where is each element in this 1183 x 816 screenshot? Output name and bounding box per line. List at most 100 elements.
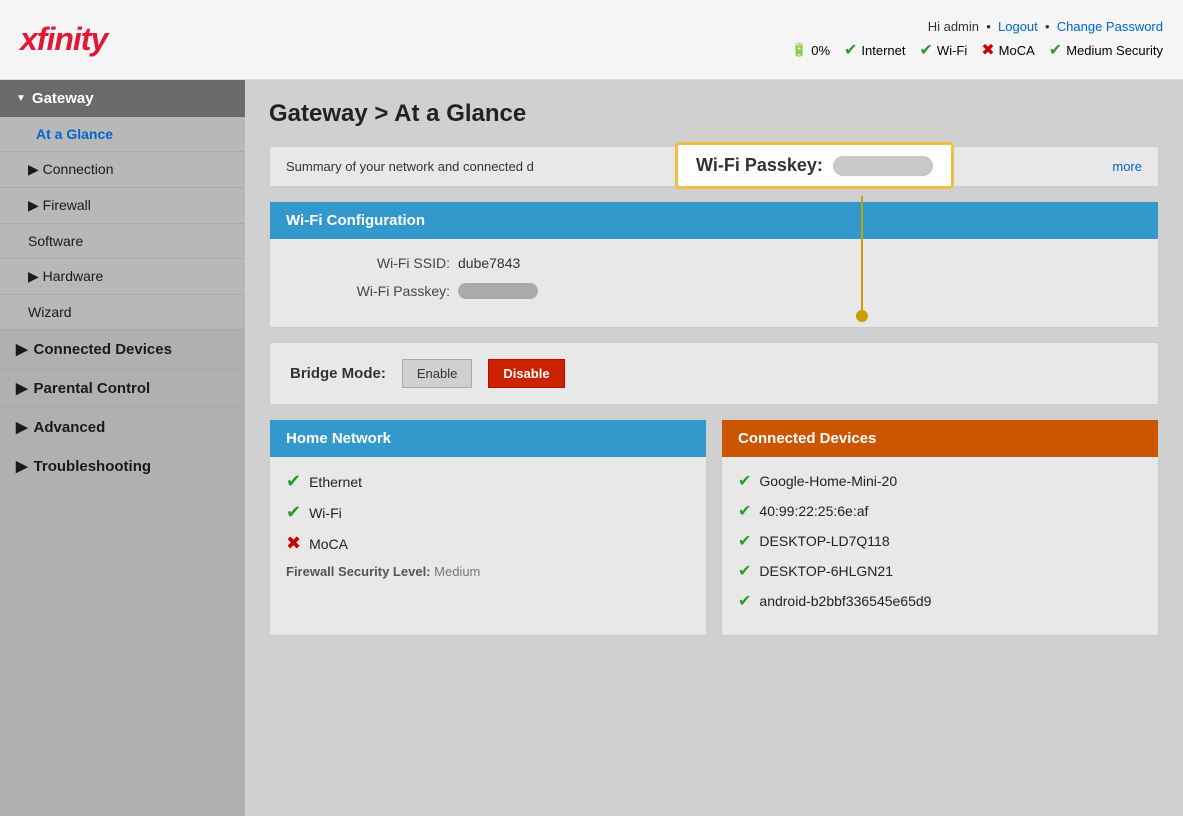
battery-icon: 🔋 [791,42,807,58]
wifi-passkey-tooltip: Wi-Fi Passkey: [675,142,954,189]
sidebar-item-wizard[interactable]: Wizard [0,295,245,330]
connected-devices-section: Connected Devices ✔ Google-Home-Mini-20 … [721,419,1159,636]
page-title: Gateway > At a Glance [269,100,1159,128]
main-content: Gateway > At a Glance Summary of your ne… [245,80,1183,816]
device-item-4: ✔ DESKTOP-6HLGN21 [738,561,1142,581]
tooltip-passkey-value [833,156,933,176]
connected-devices-arrow-icon: ▶ [16,340,28,358]
bridge-enable-button[interactable]: Enable [402,359,472,388]
sidebar-gateway-header[interactable]: ▼ Gateway [0,80,245,117]
header: xfinity Hi admin • Logout • Change Passw… [0,0,1183,80]
firewall-row: Firewall Security Level: Medium [286,564,690,579]
change-password-link[interactable]: Change Password [1057,19,1163,34]
device-item-2: ✔ 40:99:22:25:6e:af [738,501,1142,521]
battery-status: 🔋 0% [791,42,830,58]
sidebar: ▼ Gateway At a Glance ▶ Connection ▶ Fir… [0,80,245,816]
tooltip-arrow-svg [855,196,869,324]
parental-control-arrow-icon: ▶ [16,379,28,397]
firewall-level-label: Firewall Security Level: [286,564,431,579]
device-item-5: ✔ android-b2bbf336545e65d9 [738,591,1142,611]
home-network-header: Home Network [270,420,706,457]
device5-label: android-b2bbf336545e65d9 [759,593,931,609]
sidebar-item-connected-devices[interactable]: ▶ Connected Devices [0,330,245,369]
home-network-body: ✔ Ethernet ✔ Wi-Fi ✖ MoCA Firewall Secur… [270,457,706,593]
summary-text: Summary of your network and connected d [286,159,534,174]
security-status: ✔ Medium Security [1049,40,1163,60]
troubleshooting-arrow-icon: ▶ [16,457,28,475]
bottom-columns: Home Network ✔ Ethernet ✔ Wi-Fi ✖ MoCA [269,419,1159,636]
greeting-text: Hi admin [928,19,979,34]
troubleshooting-label: Troubleshooting [34,458,152,475]
passkey-value-blurred [458,283,538,299]
advanced-label: Advanced [34,419,106,436]
sidebar-item-at-a-glance[interactable]: At a Glance [0,117,245,152]
battery-value: 0% [811,43,830,58]
passkey-row: Wi-Fi Passkey: [290,283,1138,299]
home-network-section: Home Network ✔ Ethernet ✔ Wi-Fi ✖ MoCA [269,419,707,636]
sidebar-item-troubleshooting[interactable]: ▶ Troubleshooting [0,447,245,486]
layout: ▼ Gateway At a Glance ▶ Connection ▶ Fir… [0,80,1183,816]
device3-check-icon: ✔ [738,531,751,551]
internet-check-icon: ✔ [844,40,857,60]
device1-check-icon: ✔ [738,471,751,491]
advanced-arrow-icon: ▶ [16,418,28,436]
wifi-status: ✔ Wi-Fi [920,40,968,60]
logout-link[interactable]: Logout [998,19,1038,34]
device4-label: DESKTOP-6HLGN21 [759,563,893,579]
moca-status: ✖ MoCA [981,40,1035,60]
device3-label: DESKTOP-LD7Q118 [759,533,889,549]
bridge-disable-button[interactable]: Disable [488,359,564,388]
device1-label: Google-Home-Mini-20 [759,473,897,489]
header-user: Hi admin • Logout • Change Password [791,19,1163,34]
connected-devices-label: Connected Devices [34,341,172,358]
header-status: 🔋 0% ✔ Internet ✔ Wi-Fi ✖ MoCA ✔ Medium … [791,40,1163,60]
sidebar-item-parental-control[interactable]: ▶ Parental Control [0,369,245,408]
wifi-item: ✔ Wi-Fi [286,502,690,523]
firewall-arrow-icon: ▶ [28,197,43,213]
firewall-level-value: Medium [434,564,480,579]
wifi-check-icon: ✔ [920,40,933,60]
more-link[interactable]: more [1112,159,1142,174]
moca-net-label: MoCA [309,536,348,552]
sidebar-item-hardware[interactable]: ▶ Hardware [0,259,245,295]
sidebar-item-advanced[interactable]: ▶ Advanced [0,408,245,447]
security-label: Medium Security [1066,43,1163,58]
bridge-mode-section: Bridge Mode: Enable Disable [269,342,1159,405]
moca-x-icon2: ✖ [286,533,301,554]
ethernet-check-icon: ✔ [286,471,301,492]
wifi-check-icon2: ✔ [286,502,301,523]
sidebar-item-firewall[interactable]: ▶ Firewall [0,188,245,224]
wifi-net-label: Wi-Fi [309,505,342,521]
ssid-value: dube7843 [458,255,520,271]
moca-label: MoCA [999,43,1035,58]
device5-check-icon: ✔ [738,591,751,611]
internet-status: ✔ Internet [844,40,906,60]
moca-item: ✖ MoCA [286,533,690,554]
device4-check-icon: ✔ [738,561,751,581]
wifi-config-section: Wi-Fi Configuration Wi-Fi SSID: dube7843… [269,201,1159,328]
internet-label: Internet [861,43,905,58]
logo: xfinity [20,21,107,58]
header-right: Hi admin • Logout • Change Password 🔋 0%… [791,19,1163,60]
device2-check-icon: ✔ [738,501,751,521]
connection-arrow-icon: ▶ [28,161,43,177]
hardware-arrow-icon: ▶ [28,268,43,284]
connected-devices-body: ✔ Google-Home-Mini-20 ✔ 40:99:22:25:6e:a… [722,457,1158,635]
moca-x-icon: ✖ [981,40,994,60]
device-item-3: ✔ DESKTOP-LD7Q118 [738,531,1142,551]
device-item-1: ✔ Google-Home-Mini-20 [738,471,1142,491]
sidebar-item-connection[interactable]: ▶ Connection [0,152,245,188]
connected-devices-header: Connected Devices [722,420,1158,457]
wifi-label: Wi-Fi [937,43,967,58]
bridge-mode-label: Bridge Mode: [290,365,386,382]
ethernet-item: ✔ Ethernet [286,471,690,492]
parental-control-label: Parental Control [34,380,151,397]
device2-label: 40:99:22:25:6e:af [759,503,868,519]
tooltip-passkey-label: Wi-Fi Passkey: [696,155,823,176]
wifi-config-body: Wi-Fi SSID: dube7843 Wi-Fi Passkey: [270,239,1158,327]
sidebar-item-software[interactable]: Software [0,224,245,259]
gateway-arrow-icon: ▼ [16,93,26,104]
sidebar-gateway-label: Gateway [32,90,94,107]
wifi-config-header: Wi-Fi Configuration [270,202,1158,239]
ethernet-label: Ethernet [309,474,362,490]
